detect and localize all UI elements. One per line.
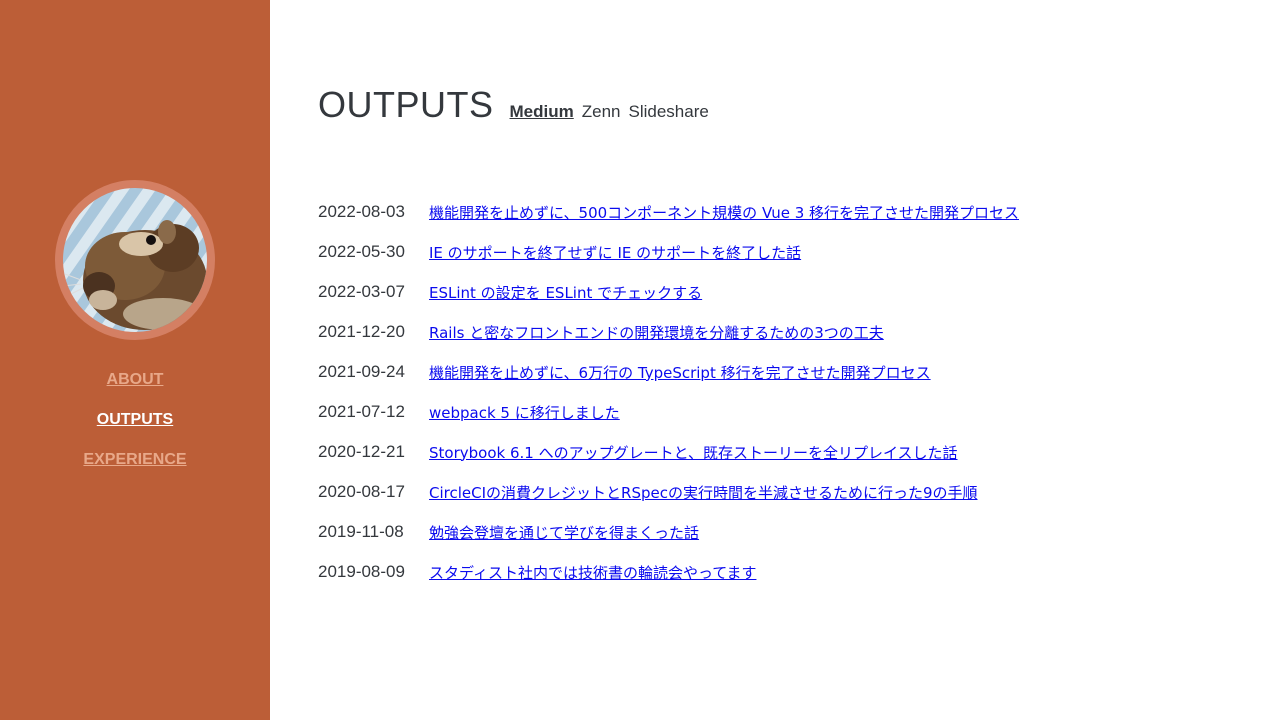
tab-medium[interactable]: Medium	[510, 102, 574, 122]
post-link[interactable]: Rails と密なフロントエンドの開発環境を分離するための3つの工夫	[429, 322, 884, 343]
main-content: OUTPUTS Medium Zenn Slideshare 2022-08-0…	[270, 0, 1280, 720]
list-item: 2021-07-12 webpack 5 に移行しました	[318, 392, 1019, 432]
post-date: 2020-12-21	[318, 442, 405, 461]
post-date: 2020-08-17	[318, 482, 405, 501]
page-header: OUTPUTS Medium Zenn Slideshare	[318, 84, 717, 126]
post-link[interactable]: ESLint の設定を ESLint でチェックする	[429, 282, 702, 303]
post-link[interactable]: 機能開発を止めずに、6万行の TypeScript 移行を完了させた開発プロセス	[429, 362, 931, 383]
page-title: OUTPUTS	[318, 84, 494, 125]
tab-zenn[interactable]: Zenn	[582, 102, 621, 122]
post-date: 2022-08-03	[318, 202, 405, 221]
list-item: 2022-05-30 IE のサポートを終了せずに IE のサポートを終了した話	[318, 232, 1019, 272]
post-date: 2019-08-09	[318, 562, 405, 581]
main-nav: ABOUT OUTPUTS EXPERIENCE	[0, 369, 270, 489]
list-item: 2019-08-09 スタディスト社内では技術書の輪読会やってます	[318, 552, 1019, 592]
post-link[interactable]: Storybook 6.1 へのアップグレートと、既存ストーリーを全リプレイスし…	[429, 442, 958, 463]
post-list: 2022-08-03 機能開発を止めずに、500コンポーネント規模の Vue 3…	[318, 192, 1019, 592]
post-link[interactable]: スタディスト社内では技術書の輪読会やってます	[429, 562, 756, 583]
post-link[interactable]: webpack 5 に移行しました	[429, 402, 620, 423]
post-link[interactable]: CircleCIの消費クレジットとRSpecの実行時間を半減させるために行った9…	[429, 482, 978, 503]
post-date: 2021-07-12	[318, 402, 405, 421]
post-date: 2022-05-30	[318, 242, 405, 261]
nav-item-experience[interactable]: EXPERIENCE	[0, 449, 270, 471]
nav-item-outputs[interactable]: OUTPUTS	[0, 409, 270, 431]
nav-item-about[interactable]: ABOUT	[0, 369, 270, 391]
list-item: 2021-09-24 機能開発を止めずに、6万行の TypeScript 移行を…	[318, 352, 1019, 392]
post-link[interactable]: 機能開発を止めずに、500コンポーネント規模の Vue 3 移行を完了させた開発…	[429, 202, 1019, 223]
avatar-photo	[63, 188, 207, 332]
list-item: 2020-08-17 CircleCIの消費クレジットとRSpecの実行時間を半…	[318, 472, 1019, 512]
post-date: 2021-12-20	[318, 322, 405, 341]
post-link[interactable]: IE のサポートを終了せずに IE のサポートを終了した話	[429, 242, 801, 263]
list-item: 2022-08-03 機能開発を止めずに、500コンポーネント規模の Vue 3…	[318, 192, 1019, 232]
tab-slideshare[interactable]: Slideshare	[629, 102, 709, 122]
list-item: 2021-12-20 Rails と密なフロントエンドの開発環境を分離するための…	[318, 312, 1019, 352]
post-date: 2021-09-24	[318, 362, 405, 381]
post-date: 2022-03-07	[318, 282, 405, 301]
page-layout: ABOUT OUTPUTS EXPERIENCE OUTPUTS Medium …	[0, 0, 1280, 720]
list-item: 2022-03-07 ESLint の設定を ESLint でチェックする	[318, 272, 1019, 312]
post-date: 2019-11-08	[318, 522, 404, 541]
post-link[interactable]: 勉強会登壇を通じて学びを得まくった話	[429, 522, 699, 543]
avatar	[55, 180, 215, 340]
list-item: 2020-12-21 Storybook 6.1 へのアップグレートと、既存スト…	[318, 432, 1019, 472]
list-item: 2019-11-08 勉強会登壇を通じて学びを得まくった話	[318, 512, 1019, 552]
sidebar: ABOUT OUTPUTS EXPERIENCE	[0, 0, 270, 720]
